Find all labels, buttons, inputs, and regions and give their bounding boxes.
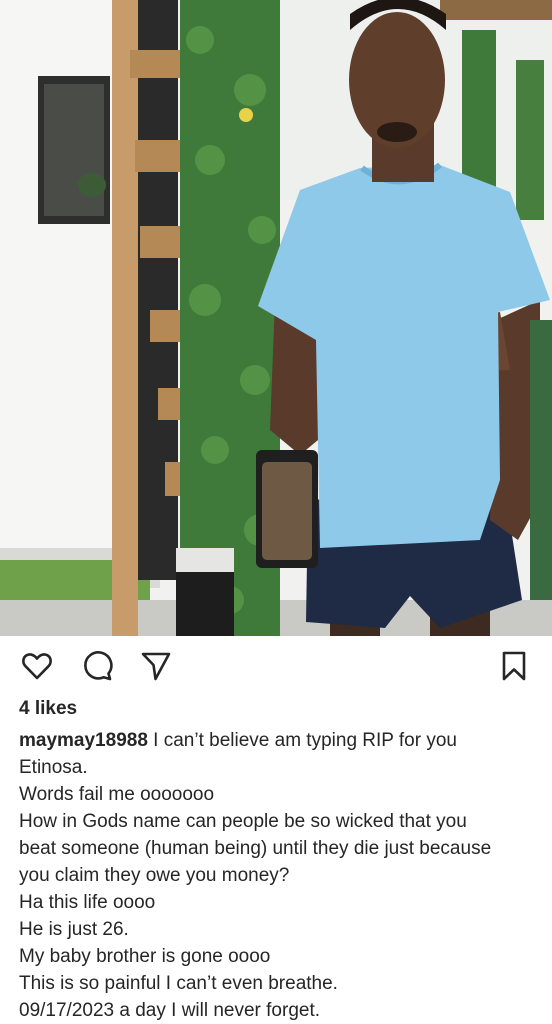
comment-button[interactable]	[81, 650, 113, 682]
caption-line: Words fail me ooooooo	[19, 784, 215, 805]
caption-line: 09/17/2023 a day I will never forget.	[19, 1000, 321, 1021]
caption-text: I can’t believe am typing RIP for you	[153, 730, 457, 751]
caption-line: beat someone (human being) until they di…	[19, 838, 492, 859]
paper-plane-icon	[141, 652, 171, 681]
post-image	[0, 0, 552, 636]
heart-icon	[22, 653, 52, 680]
caption-line: you claim they owe you money?	[19, 865, 290, 886]
caption-username[interactable]: maymay18988	[19, 730, 148, 751]
post-caption: maymay18988 I can’t believe am typing RI…	[19, 727, 539, 1024]
comment-bubble-icon	[84, 651, 113, 681]
like-button[interactable]	[21, 650, 53, 682]
bookmark-icon	[502, 651, 526, 681]
caption-line: Ha this life oooo	[19, 892, 156, 913]
share-button[interactable]	[140, 650, 172, 682]
caption-line: This is so painful I can’t even breathe.	[19, 973, 338, 994]
caption-line: Etinosa.	[19, 757, 88, 778]
post-photo[interactable]	[0, 0, 552, 636]
post-action-bar	[0, 636, 552, 692]
caption-first-line: maymay18988 I can’t believe am typing RI…	[19, 727, 539, 754]
caption-line: How in Gods name can people be so wicked…	[19, 811, 467, 832]
like-count[interactable]: 4 likes	[19, 698, 77, 720]
caption-line: My baby brother is gone oooo	[19, 946, 271, 967]
caption-line: He is just 26.	[19, 919, 129, 940]
save-button[interactable]	[498, 650, 530, 682]
